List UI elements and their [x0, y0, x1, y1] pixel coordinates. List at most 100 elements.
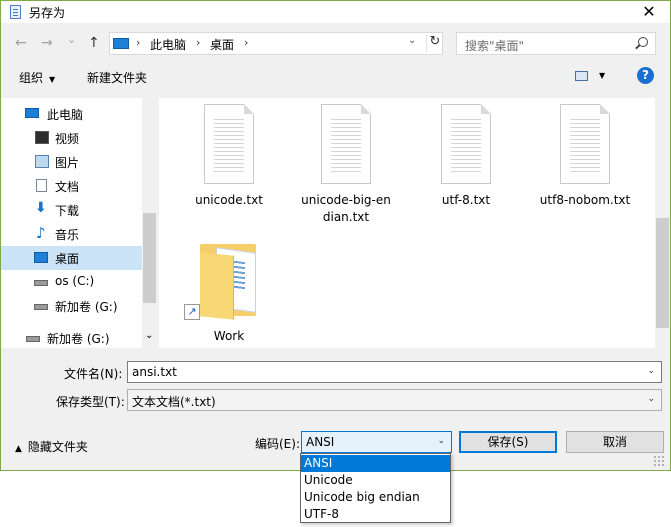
encoding-option-unicode-big-endian[interactable]: Unicode big endian: [301, 489, 450, 506]
chevron-down-icon: ▼: [49, 75, 56, 84]
drive-icon: [34, 304, 48, 310]
file-item[interactable]: unicode-big-en dian.txt: [296, 104, 396, 226]
nav-item-documents[interactable]: 文档: [1, 174, 142, 198]
nav-scrollbar-thumb[interactable]: [143, 213, 156, 303]
file-scrollbar[interactable]: [655, 98, 670, 348]
video-icon: [35, 131, 49, 144]
file-item[interactable]: utf-8.txt: [416, 104, 516, 209]
nav-item-label: 新加卷 (G:): [47, 332, 110, 346]
view-options-icon[interactable]: [575, 71, 588, 81]
refresh-icon[interactable]: ↻: [426, 34, 443, 53]
document-icon: [36, 179, 47, 192]
view-dropdown-icon[interactable]: ▼: [599, 71, 605, 80]
nav-item-label: 图片: [55, 156, 80, 170]
nav-item-drive-g-network[interactable]: 新加卷 (G:): [1, 326, 142, 350]
nav-item-label: 视频: [55, 132, 80, 146]
text-file-icon: [204, 104, 254, 184]
forward-arrow-icon[interactable]: →: [41, 35, 53, 51]
folder-item[interactable]: ↗ Work: [179, 238, 279, 345]
hide-folders-toggle[interactable]: ▲ 隐藏文件夹: [15, 438, 88, 455]
nav-item-downloads[interactable]: ⬇ 下载: [1, 198, 142, 222]
text-file-icon: [321, 104, 371, 184]
save-button[interactable]: 保存(S): [459, 431, 557, 453]
drive-icon: [34, 280, 48, 286]
new-folder-button[interactable]: 新建文件夹: [87, 69, 147, 86]
window-title: 另存为: [29, 6, 66, 20]
file-scrollbar-thumb[interactable]: [656, 218, 669, 328]
chevron-down-icon[interactable]: ⌄: [647, 366, 655, 376]
text-file-icon: [560, 104, 610, 184]
nav-item-label: 此电脑: [47, 108, 84, 122]
save-as-dialog: 另存为 ✕ ← → ⌄ ↑ › 此电脑 › 桌面 › ⌄ ↻ 搜索"桌面" 组织…: [0, 0, 671, 471]
file-name: utf8-nobom.txt: [539, 193, 631, 207]
encoding-option-utf8[interactable]: UTF-8: [301, 506, 450, 523]
file-name: unicode-big-en dian.txt: [296, 192, 396, 226]
file-item[interactable]: utf8-nobom.txt: [535, 104, 635, 209]
chevron-down-icon[interactable]: ⌄: [647, 394, 655, 404]
chevron-down-icon[interactable]: ⌄: [437, 436, 445, 446]
nav-item-label: 文档: [55, 180, 80, 194]
nav-item-drive-g[interactable]: 新加卷 (G:): [1, 294, 142, 318]
filename-input[interactable]: ansi.txt: [132, 365, 177, 379]
text-file-icon: [441, 104, 491, 184]
address-bar[interactable]: › 此电脑 › 桌面 › ⌄ ↻: [109, 32, 443, 55]
encoding-option-unicode[interactable]: Unicode: [301, 472, 450, 489]
filename-field[interactable]: ansi.txt ⌄: [127, 361, 662, 383]
encoding-option-ansi[interactable]: ANSI: [301, 455, 450, 472]
encoding-dropdown-list: ANSI Unicode Unicode big endian UTF-8: [300, 453, 451, 523]
nav-item-label: 新加卷 (G:): [55, 300, 118, 314]
address-dropdown-icon[interactable]: ⌄: [408, 35, 416, 46]
scroll-down-icon[interactable]: ⌄: [145, 330, 153, 341]
breadcrumb-separator[interactable]: ›: [196, 36, 200, 49]
breadcrumb-separator[interactable]: ›: [244, 36, 248, 49]
shortcut-arrow-icon: ↗: [184, 304, 200, 320]
organize-button[interactable]: 组织 ▼: [19, 69, 55, 86]
close-button[interactable]: ✕: [634, 1, 664, 23]
computer-icon: [25, 108, 39, 118]
command-toolbar: 组织 ▼ 新建文件夹 ▼ ?: [1, 63, 670, 91]
nav-item-pictures[interactable]: 图片: [1, 150, 142, 174]
hide-folders-label: 隐藏文件夹: [27, 440, 88, 454]
search-box[interactable]: 搜索"桌面": [456, 32, 656, 55]
recent-locations-icon[interactable]: ⌄: [67, 33, 76, 46]
breadcrumb-separator[interactable]: ›: [136, 36, 140, 49]
nav-item-drive-c[interactable]: os (C:): [1, 270, 142, 294]
file-name-line: dian.txt: [322, 210, 370, 224]
nav-scrollbar[interactable]: ⌄: [142, 98, 157, 348]
drive-icon: [26, 336, 40, 342]
download-icon: ⬇: [35, 200, 47, 216]
filetype-select[interactable]: 文本文档(*.txt) ⌄: [127, 389, 662, 411]
encoding-label: 编码(E):: [255, 437, 300, 451]
chevron-up-icon: ▲: [15, 444, 22, 454]
nav-item-music[interactable]: ♪ 音乐: [1, 222, 142, 246]
up-arrow-icon[interactable]: ↑: [88, 35, 100, 51]
back-arrow-icon[interactable]: ←: [15, 35, 27, 51]
this-pc-icon: [113, 38, 129, 49]
breadcrumb-desktop[interactable]: 桌面: [210, 36, 234, 53]
breadcrumb-this-pc[interactable]: 此电脑: [150, 36, 186, 53]
folder-shortcut-icon: ↗: [184, 238, 260, 320]
nav-item-label: os (C:): [55, 274, 95, 288]
nav-item-label: 音乐: [55, 228, 80, 242]
notepad-icon: [10, 5, 21, 19]
encoding-select[interactable]: ANSI ⌄: [301, 431, 452, 453]
resize-grip[interactable]: [653, 455, 665, 467]
title-bar[interactable]: 另存为 ✕: [1, 1, 670, 23]
file-item[interactable]: unicode.txt: [179, 104, 279, 209]
nav-item-desktop[interactable]: 桌面: [1, 246, 142, 270]
nav-item-this-pc[interactable]: 此电脑: [1, 102, 142, 126]
nav-item-label: 下载: [55, 204, 80, 218]
music-icon: ♪: [36, 224, 46, 242]
nav-item-label: 桌面: [55, 252, 80, 266]
help-icon[interactable]: ?: [637, 67, 654, 84]
search-input[interactable]: 搜索"桌面": [465, 37, 524, 54]
filetype-value: 文本文档(*.txt): [132, 395, 216, 409]
search-icon[interactable]: [638, 37, 648, 47]
cancel-button[interactable]: 取消: [566, 431, 664, 453]
encoding-value: ANSI: [306, 435, 335, 449]
organize-label: 组织: [19, 71, 44, 85]
navigation-bar: ← → ⌄ ↑ › 此电脑 › 桌面 › ⌄ ↻ 搜索"桌面": [1, 23, 670, 63]
filetype-label: 保存类型(T):: [56, 395, 125, 409]
nav-item-videos[interactable]: 视频: [1, 126, 142, 150]
desktop-icon: [34, 252, 48, 263]
